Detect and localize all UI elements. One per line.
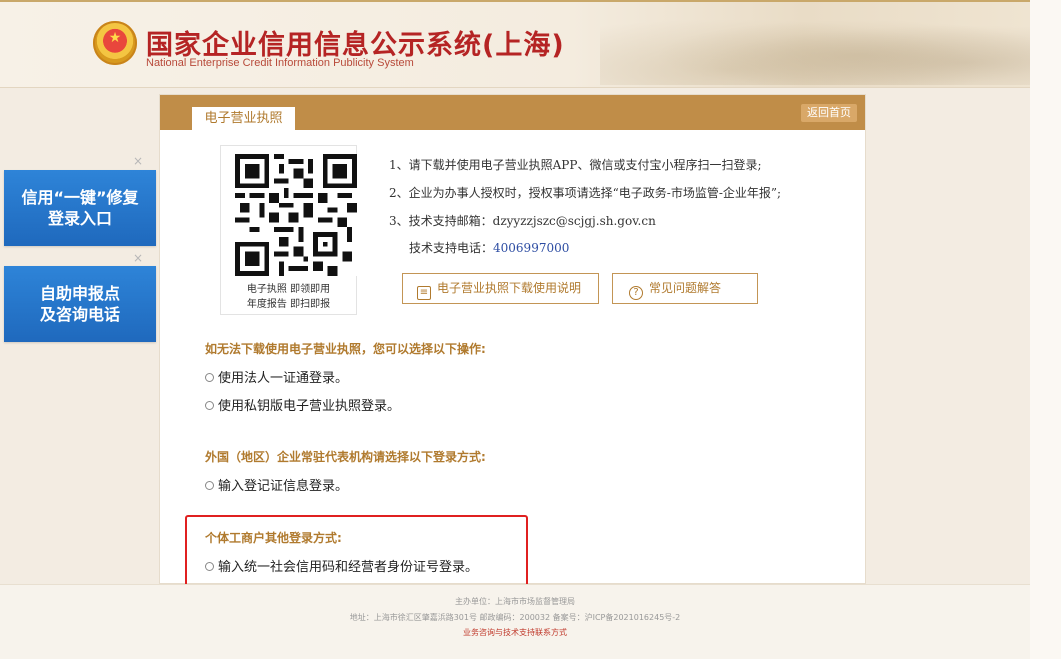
faq-button[interactable]: ? 常见问题解答 — [612, 273, 758, 304]
radio-icon[interactable] — [205, 373, 214, 382]
qr-caption-line: 年度报告 即扫即报 — [246, 299, 331, 310]
section-title-foreign: 外国（地区）企业常驻代表机构请选择以下登录方式: — [205, 450, 486, 464]
radio-icon[interactable] — [205, 481, 214, 490]
national-emblem-icon — [93, 21, 137, 65]
site-footer: 主办单位：上海市市场监督管理局 地址：上海市徐汇区肇嘉浜路301号 邮政编码：2… — [0, 584, 1030, 659]
qr-code — [235, 154, 357, 276]
close-icon[interactable]: × — [133, 252, 143, 264]
support-phone: 技术支持电话：4006997000 — [409, 239, 569, 256]
header-divider — [0, 87, 1030, 88]
support-phone-label: 技术支持电话： — [409, 241, 494, 255]
instruction-2: 2、企业为办事人授权时，授权事项请选择“电子政务-市场监管-企业年报”; — [389, 186, 782, 200]
option-private-key-license[interactable]: 使用私钥版电子营业执照登录。 — [205, 395, 400, 414]
card-line: 信用“一键”修复 — [21, 188, 139, 207]
close-icon[interactable]: × — [133, 155, 143, 167]
instruction-1: 1、请下载并使用电子营业执照APP、微信或支付宝小程序扫一扫登录; — [389, 158, 762, 172]
site-subtitle: National Enterprise Credit Information P… — [146, 57, 414, 69]
option-label: 输入登记证信息登录。 — [218, 479, 349, 494]
red-highlight-box — [185, 515, 528, 587]
download-guide-label: 电子营业执照下载使用说明 — [437, 281, 582, 295]
option-label: 使用法人一证通登录。 — [218, 371, 349, 386]
footer-address: 地址：上海市徐汇区肇嘉浜路301号 邮政编码：200032 备案号：沪ICP备2… — [349, 613, 681, 622]
download-guide-button[interactable]: ≡ 电子营业执照下载使用说明 — [402, 273, 599, 304]
back-home-button[interactable]: 返回首页 — [801, 104, 857, 122]
faq-label: 常见问题解答 — [649, 281, 722, 295]
card-line: 登录入口 — [47, 209, 112, 228]
card-line: 及咨询电话 — [39, 305, 120, 324]
credit-repair-login-card[interactable]: 信用“一键”修复 登录入口 — [4, 170, 156, 246]
tab-electronic-license[interactable]: 电子营业执照 — [192, 107, 295, 130]
right-edge-strip — [1030, 0, 1061, 659]
option-registration-cert[interactable]: 输入登记证信息登录。 — [205, 475, 348, 494]
header-mountain-decoration — [600, 10, 1030, 85]
qr-caption-line: 电子执照 即领即用 — [246, 284, 331, 295]
qr-code-box: 电子执照 即领即用 年度报告 即扫即报 — [220, 145, 357, 315]
footer-host: 主办单位：上海市市场监督管理局 — [455, 597, 575, 606]
qr-caption: 电子执照 即领即用 年度报告 即扫即报 — [221, 282, 356, 312]
document-icon: ≡ — [417, 286, 431, 300]
section-title-alternative: 如无法下载使用电子营业执照，您可以选择以下操作: — [205, 342, 486, 356]
self-service-hotline-card[interactable]: 自助申报点 及咨询电话 — [4, 266, 156, 342]
option-label: 使用私钥版电子营业执照登录。 — [218, 399, 401, 414]
footer-contact-link[interactable]: 业务咨询与技术支持联系方式 — [0, 627, 1030, 638]
site-header: 国家企业信用信息公示系统(上海) National Enterprise Cre… — [0, 0, 1030, 87]
instruction-3: 3、技术支持邮箱：dzyyzzjszc@scjgj.sh.gov.cn — [389, 214, 656, 228]
card-line: 自助申报点 — [39, 284, 120, 303]
radio-icon[interactable] — [205, 401, 214, 410]
support-phone-number: 4006997000 — [493, 241, 570, 255]
option-legal-person-cert[interactable]: 使用法人一证通登录。 — [205, 367, 348, 386]
question-icon: ? — [629, 286, 643, 300]
